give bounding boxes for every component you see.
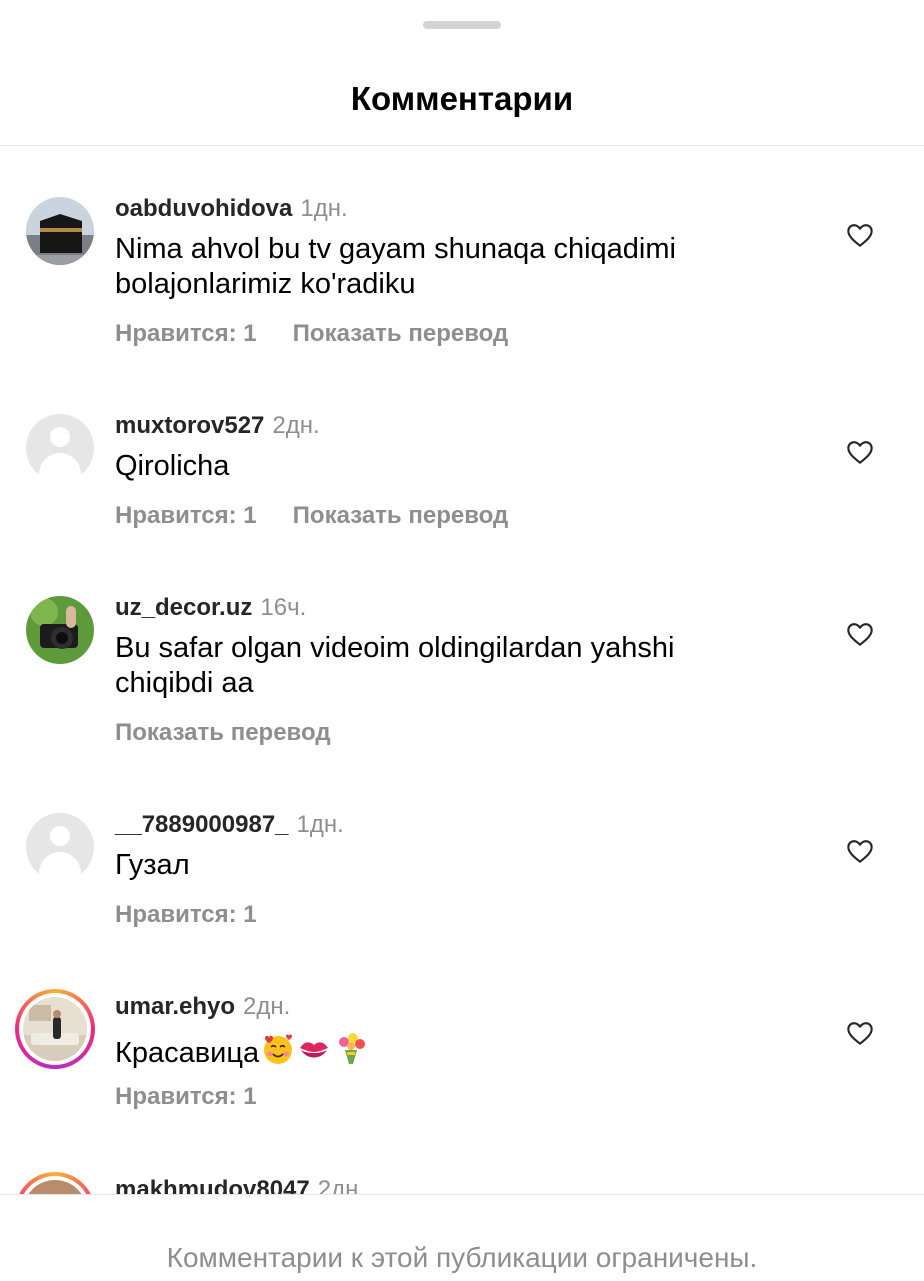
comment-time: 2дн. (317, 1176, 366, 1194)
comment-text: Nima ahvol bu tv gayam shunaqa chiqadimi… (115, 233, 676, 300)
sheet-grabber[interactable] (423, 21, 501, 29)
comment-time: 2дн. (243, 993, 291, 1020)
kaaba-photo (26, 197, 94, 265)
comments-list[interactable]: oabduvohidova 1дн. Nima ahvol bu tv gayam… (0, 146, 924, 1194)
comment-actions: Показать перевод (115, 718, 331, 748)
heart-outline-icon[interactable] (846, 621, 874, 647)
heart-outline-icon[interactable] (846, 439, 874, 465)
comments-limited-footer: Комментарии к этой публикации ограничены… (0, 1194, 924, 1281)
likes-count[interactable]: Нравится: 1 (115, 901, 257, 928)
comment-actions: Нравится: 1 Показать перевод (115, 501, 508, 531)
comment-username[interactable]: makhmudov8047 (115, 1176, 310, 1194)
comment-actions: Нравится: 1 (115, 900, 257, 930)
comment-username[interactable]: umar.ehyo (115, 993, 235, 1020)
comments-limited-notice: Комментарии к этой публикации ограничены… (166, 1242, 758, 1273)
story-ring-avatar[interactable] (15, 989, 95, 1069)
story-ring-avatar[interactable] (15, 1172, 95, 1194)
comment-text: Qirolicha (115, 450, 230, 482)
heart-outline-icon[interactable] (846, 1020, 874, 1046)
show-translation-link[interactable]: Показать перевод (115, 719, 331, 746)
comment-text: Bu safar olgan videoim oldingilardan yah… (115, 632, 675, 699)
comment-meta: makhmudov8047 2дн. (115, 1175, 365, 1194)
comment-meta: __7889000987_ 1дн. (115, 810, 344, 840)
show-translation-link[interactable]: Показать перевод (293, 502, 509, 529)
room-photo (23, 997, 87, 1061)
show-translation-link[interactable]: Показать перевод (293, 320, 509, 347)
camera-photo (26, 596, 94, 664)
comment-text-content: Красавица (115, 1037, 260, 1069)
avatar[interactable] (26, 596, 94, 664)
comment-username[interactable]: uz_decor.uz (115, 594, 252, 621)
likes-count[interactable]: Нравится: 1 (115, 502, 257, 529)
comment-time: 2дн. (272, 412, 320, 439)
comment-meta: uz_decor.uz 16ч. (115, 593, 306, 623)
comment-actions: Нравится: 1 Показать перевод (115, 319, 508, 349)
bouquet-icon (339, 1033, 366, 1064)
comment-text: Гузал (115, 849, 190, 881)
heart-outline-icon[interactable] (846, 838, 874, 864)
smiling-face-with-hearts-icon (264, 1034, 293, 1064)
kiss-mark-icon (300, 1042, 329, 1058)
comment-text: Красавица (115, 1030, 755, 1071)
comment-time: 1дн. (296, 811, 344, 838)
likes-count[interactable]: Нравится: 1 (115, 1083, 257, 1110)
comment-username[interactable]: muxtorov527 (115, 412, 264, 439)
comments-sheet: Комментарии oabduvohidova 1дн. Nima ahvol… (0, 0, 924, 1281)
default-avatar[interactable] (26, 813, 94, 881)
heart-outline-icon[interactable] (846, 222, 874, 248)
likes-count[interactable]: Нравится: 1 (115, 320, 257, 347)
comment-time: 16ч. (260, 594, 307, 621)
comment-username[interactable]: __7889000987_ (115, 811, 289, 838)
sheet-title: Комментарии (350, 80, 574, 117)
comment-meta: muxtorov527 2дн. (115, 411, 320, 441)
comment-meta: oabduvohidova 1дн. (115, 194, 348, 224)
comment-username[interactable]: oabduvohidova (115, 195, 292, 222)
comment-meta: umar.ehyo 2дн. (115, 992, 290, 1022)
comment-time: 1дн. (300, 195, 348, 222)
avatar[interactable] (26, 197, 94, 265)
comment-actions: Нравится: 1 (115, 1082, 257, 1112)
default-avatar[interactable] (26, 414, 94, 482)
